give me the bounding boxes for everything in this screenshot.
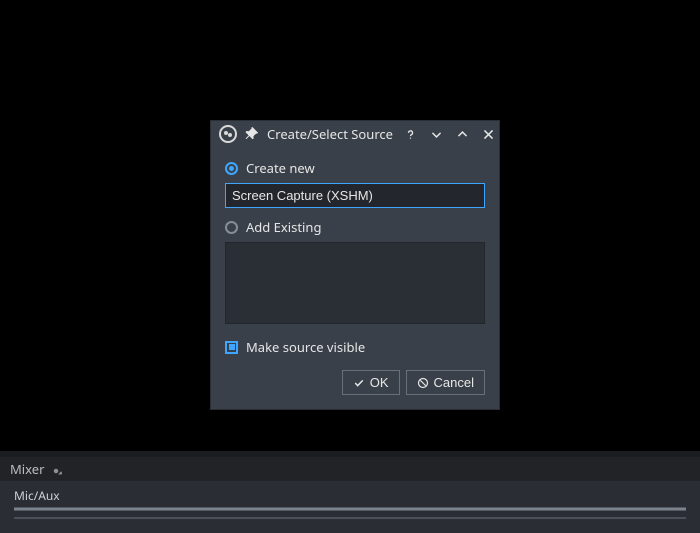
create-new-label: Create new xyxy=(246,159,315,177)
create-select-source-dialog: Create/Select Source Create new xyxy=(210,120,500,410)
chevron-up-icon[interactable] xyxy=(453,125,471,143)
mixer-channel-name: Mic/Aux xyxy=(14,487,686,504)
checkbox-icon xyxy=(225,341,238,354)
make-visible-checkbox[interactable]: Make source visible xyxy=(225,338,485,356)
ok-button[interactable]: OK xyxy=(342,370,400,395)
dialog-titlebar[interactable]: Create/Select Source xyxy=(211,121,499,147)
dialog-title: Create/Select Source xyxy=(267,125,393,143)
dialog-body: Create new Add Existing Make source visi… xyxy=(211,147,499,409)
radio-icon xyxy=(225,221,238,234)
ok-button-label: OK xyxy=(370,375,389,390)
help-icon[interactable] xyxy=(401,125,419,143)
mixer-panel-title: Mixer xyxy=(10,460,44,478)
cancel-button-label: Cancel xyxy=(434,375,474,390)
chevron-down-icon[interactable] xyxy=(427,125,445,143)
pin-icon[interactable] xyxy=(245,127,259,141)
cancel-icon xyxy=(417,377,429,389)
mixer-volume-slider[interactable] xyxy=(14,515,686,521)
create-new-radio[interactable]: Create new xyxy=(225,159,485,177)
dialog-buttons: OK Cancel xyxy=(225,370,485,395)
mixer-panel: Mixer Mic/Aux xyxy=(0,456,700,533)
mixer-channel: Mic/Aux xyxy=(0,481,700,521)
radio-icon xyxy=(225,162,238,175)
obs-app-icon xyxy=(219,125,237,143)
check-icon xyxy=(353,377,365,389)
add-existing-radio[interactable]: Add Existing xyxy=(225,218,485,236)
existing-sources-list[interactable] xyxy=(225,242,485,324)
gear-icon[interactable] xyxy=(50,463,62,475)
cancel-button[interactable]: Cancel xyxy=(406,370,485,395)
add-existing-label: Add Existing xyxy=(246,218,321,236)
make-visible-label: Make source visible xyxy=(246,338,365,356)
close-icon[interactable] xyxy=(479,125,497,143)
mixer-panel-header[interactable]: Mixer xyxy=(0,457,700,481)
source-name-input[interactable] xyxy=(225,183,485,208)
mixer-meter xyxy=(14,507,686,511)
